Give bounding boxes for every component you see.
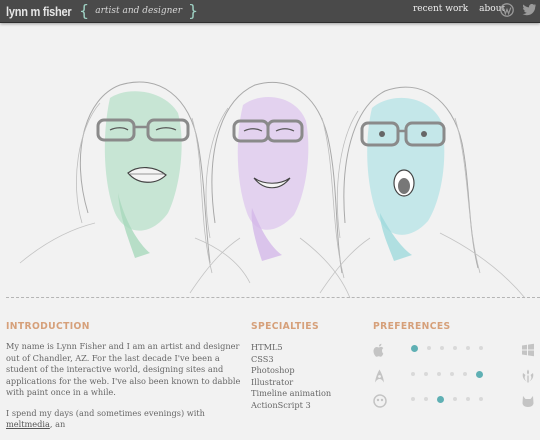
specialty-item: Timeline animation [251,388,332,398]
preference-dot [453,346,457,350]
brace-close: } [188,1,199,20]
specialty-item: ActionScript 3 [251,399,311,410]
preference-dot [427,346,431,350]
meltmedia-link[interactable]: meltmedia [6,419,50,429]
preference-row-robot-cat [373,393,539,408]
portrait-left-illustration [19,81,251,284]
specialty-item: HTML5 [251,342,283,352]
preference-dot [453,397,457,401]
introduction-heading: INTRODUCTION [6,321,90,332]
preferences-heading: PREFERENCES [373,321,451,332]
top-navigation-bar: lynn m fisher { artist and designer } re… [0,0,540,23]
specialty-item: Photoshop [251,365,295,375]
preference-dot [440,346,444,350]
portrait-middle-illustration [189,81,351,299]
specialties-heading: SPECIALTIES [251,321,319,332]
preference-scale [411,344,483,352]
preference-dot [479,397,483,401]
specialty-item: Illustrator [251,376,294,387]
preference-row-apple-windows [373,342,539,357]
preference-scale [411,395,483,403]
hero-illustration [19,81,526,299]
preference-dot [450,372,454,376]
preference-dot-selected [476,370,483,378]
rebel-alliance-icon [521,368,535,387]
preference-dot [437,372,441,376]
preference-dot [479,346,483,350]
windows-icon [521,342,535,361]
specialties-list: HTML5 CSS3 Photoshop Illustrator Timelin… [251,342,331,411]
preference-dot [411,397,415,401]
preference-dot [424,397,428,401]
preference-dot-selected [411,344,418,352]
preference-dot-selected [437,395,444,403]
robot-icon [373,393,387,412]
cat-icon [521,393,535,412]
preference-dot [466,346,470,350]
site-brand[interactable]: lynn m fisher { artist and designer } [6,2,198,20]
portrait-right-illustration [319,86,526,299]
wordpress-icon[interactable] [500,3,514,17]
preference-dot [466,397,470,401]
specialty-item: CSS3 [251,353,274,364]
apple-icon [373,342,386,361]
preference-dot [463,372,467,376]
site-tagline: artist and designer [95,6,183,16]
preference-dot [424,372,428,376]
twitter-icon[interactable] [522,3,537,16]
introduction-text: My name is Lynn Fisher and I am an artis… [6,341,246,440]
starfleet-icon [373,368,386,387]
preference-row-starfleet-rebel [373,368,539,383]
intro-p2-tail: , an [49,419,66,429]
intro-paragraph-1: My name is Lynn Fisher and I am an artis… [6,341,241,397]
preference-scale [411,370,483,378]
nav-recent-work[interactable]: recent work [413,4,468,14]
intro-p2-text: I spend my days (and sometimes evenings)… [6,407,205,418]
intro-paragraph-2: I spend my days (and sometimes evenings)… [6,408,246,431]
site-logo-name[interactable]: lynn m fisher [6,4,72,19]
section-divider [6,297,540,298]
brace-open: { [79,1,90,20]
preference-dot [411,372,415,376]
